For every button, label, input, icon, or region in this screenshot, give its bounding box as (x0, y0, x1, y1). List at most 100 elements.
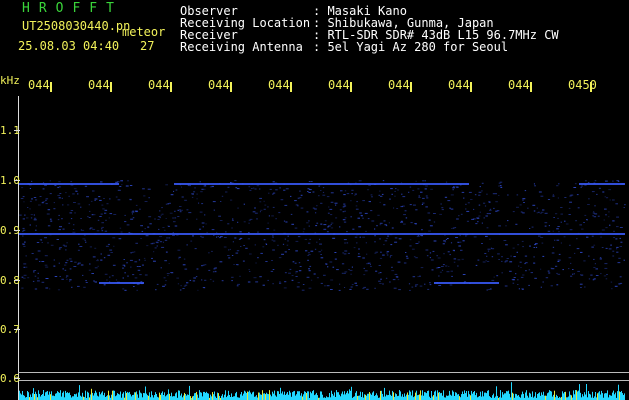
noise-floor-bar (607, 390, 608, 400)
noise-speck (499, 181, 503, 183)
noise-speck (327, 266, 329, 268)
noise-floor-bar (511, 382, 512, 400)
noise-floor-bar (296, 394, 297, 400)
noise-speck (59, 193, 62, 194)
noise-floor-bar (166, 395, 167, 400)
noise-speck (50, 244, 54, 246)
noise-speck (576, 194, 579, 196)
noise-floor-bar (382, 393, 383, 400)
noise-speck (409, 239, 412, 241)
noise-speck (604, 208, 607, 210)
noise-speck (344, 287, 346, 288)
noise-speck (297, 282, 300, 284)
noise-speck (444, 241, 447, 243)
noise-speck (385, 277, 388, 279)
noise-speck (512, 282, 515, 284)
noise-floor-bar (306, 393, 307, 400)
noise-speck (153, 251, 155, 253)
noise-speck (378, 272, 380, 274)
noise-floor-bar (435, 390, 436, 400)
noise-speck (329, 261, 333, 263)
noise-floor-bar (172, 396, 173, 400)
noise-speck (574, 183, 577, 185)
noise-speck (107, 243, 110, 245)
noise-speck (194, 248, 197, 250)
noise-speck (572, 269, 574, 270)
noise-speck (451, 275, 453, 277)
noise-floor-bar (468, 390, 469, 400)
noise-speck (192, 235, 194, 237)
noise-speck (554, 239, 556, 241)
noise-floor-bar (384, 387, 385, 400)
noise-speck (409, 186, 412, 188)
noise-speck (298, 270, 302, 272)
noise-floor-bar (112, 390, 113, 400)
noise-floor-bar (447, 395, 448, 400)
noise-speck (592, 212, 595, 214)
noise-floor-bar (523, 393, 524, 400)
noise-floor-bar (292, 392, 293, 400)
noise-floor-bar (275, 395, 276, 400)
noise-speck (283, 220, 286, 222)
noise-speck (406, 257, 409, 259)
noise-speck (160, 214, 162, 216)
noise-speck (556, 272, 558, 274)
noise-floor-bar (350, 390, 351, 400)
noise-floor-bar (161, 392, 162, 400)
noise-speck (501, 272, 503, 274)
noise-speck (80, 206, 82, 208)
noise-speck (221, 280, 224, 282)
time-tick-mark (170, 82, 172, 92)
noise-floor-bar (171, 392, 172, 400)
noise-speck (167, 274, 169, 276)
noise-speck (409, 289, 411, 291)
noise-speck (23, 201, 25, 203)
noise-floor-bar (344, 391, 345, 400)
noise-speck (118, 238, 122, 240)
noise-floor-bar (385, 396, 386, 400)
noise-speck (58, 229, 61, 231)
noise-floor-bar (425, 392, 426, 400)
time-tick-label: 044 (268, 78, 290, 92)
noise-speck (575, 220, 577, 222)
noise-speck (428, 230, 431, 232)
noise-floor-bar (176, 392, 177, 400)
noise-speck (225, 191, 228, 193)
noise-speck (288, 249, 290, 250)
noise-speck (37, 250, 41, 252)
noise-speck (415, 243, 419, 244)
noise-speck (66, 275, 69, 277)
noise-speck (394, 273, 398, 275)
noise-speck (536, 212, 538, 214)
noise-floor-bar (222, 394, 223, 400)
noise-floor-bar (562, 391, 563, 400)
noise-speck (616, 180, 620, 182)
noise-speck (141, 230, 144, 232)
noise-speck (452, 189, 454, 191)
noise-speck (598, 187, 601, 189)
noise-floor-bar (395, 393, 396, 400)
noise-speck (223, 246, 227, 248)
noise-speck (193, 277, 196, 279)
noise-speck (56, 239, 59, 240)
frequency-tick-mark (14, 230, 20, 231)
noise-speck (489, 238, 491, 240)
noise-speck (53, 265, 56, 267)
noise-floor-bar (338, 392, 339, 400)
noise-floor-bar (288, 394, 289, 400)
noise-speck (593, 258, 595, 260)
noise-floor-bar (518, 395, 519, 400)
noise-speck (34, 217, 37, 219)
noise-speck (370, 266, 372, 267)
noise-speck (441, 209, 444, 211)
noise-speck (392, 279, 396, 281)
noise-speck (330, 192, 334, 194)
noise-speck (569, 195, 572, 197)
noise-speck (42, 201, 46, 203)
noise-speck (100, 213, 103, 215)
noise-speck (302, 284, 305, 285)
noise-speck (491, 256, 494, 258)
noise-speck (80, 229, 82, 231)
noise-floor-bar (125, 391, 126, 400)
noise-floor-bar (295, 395, 296, 400)
